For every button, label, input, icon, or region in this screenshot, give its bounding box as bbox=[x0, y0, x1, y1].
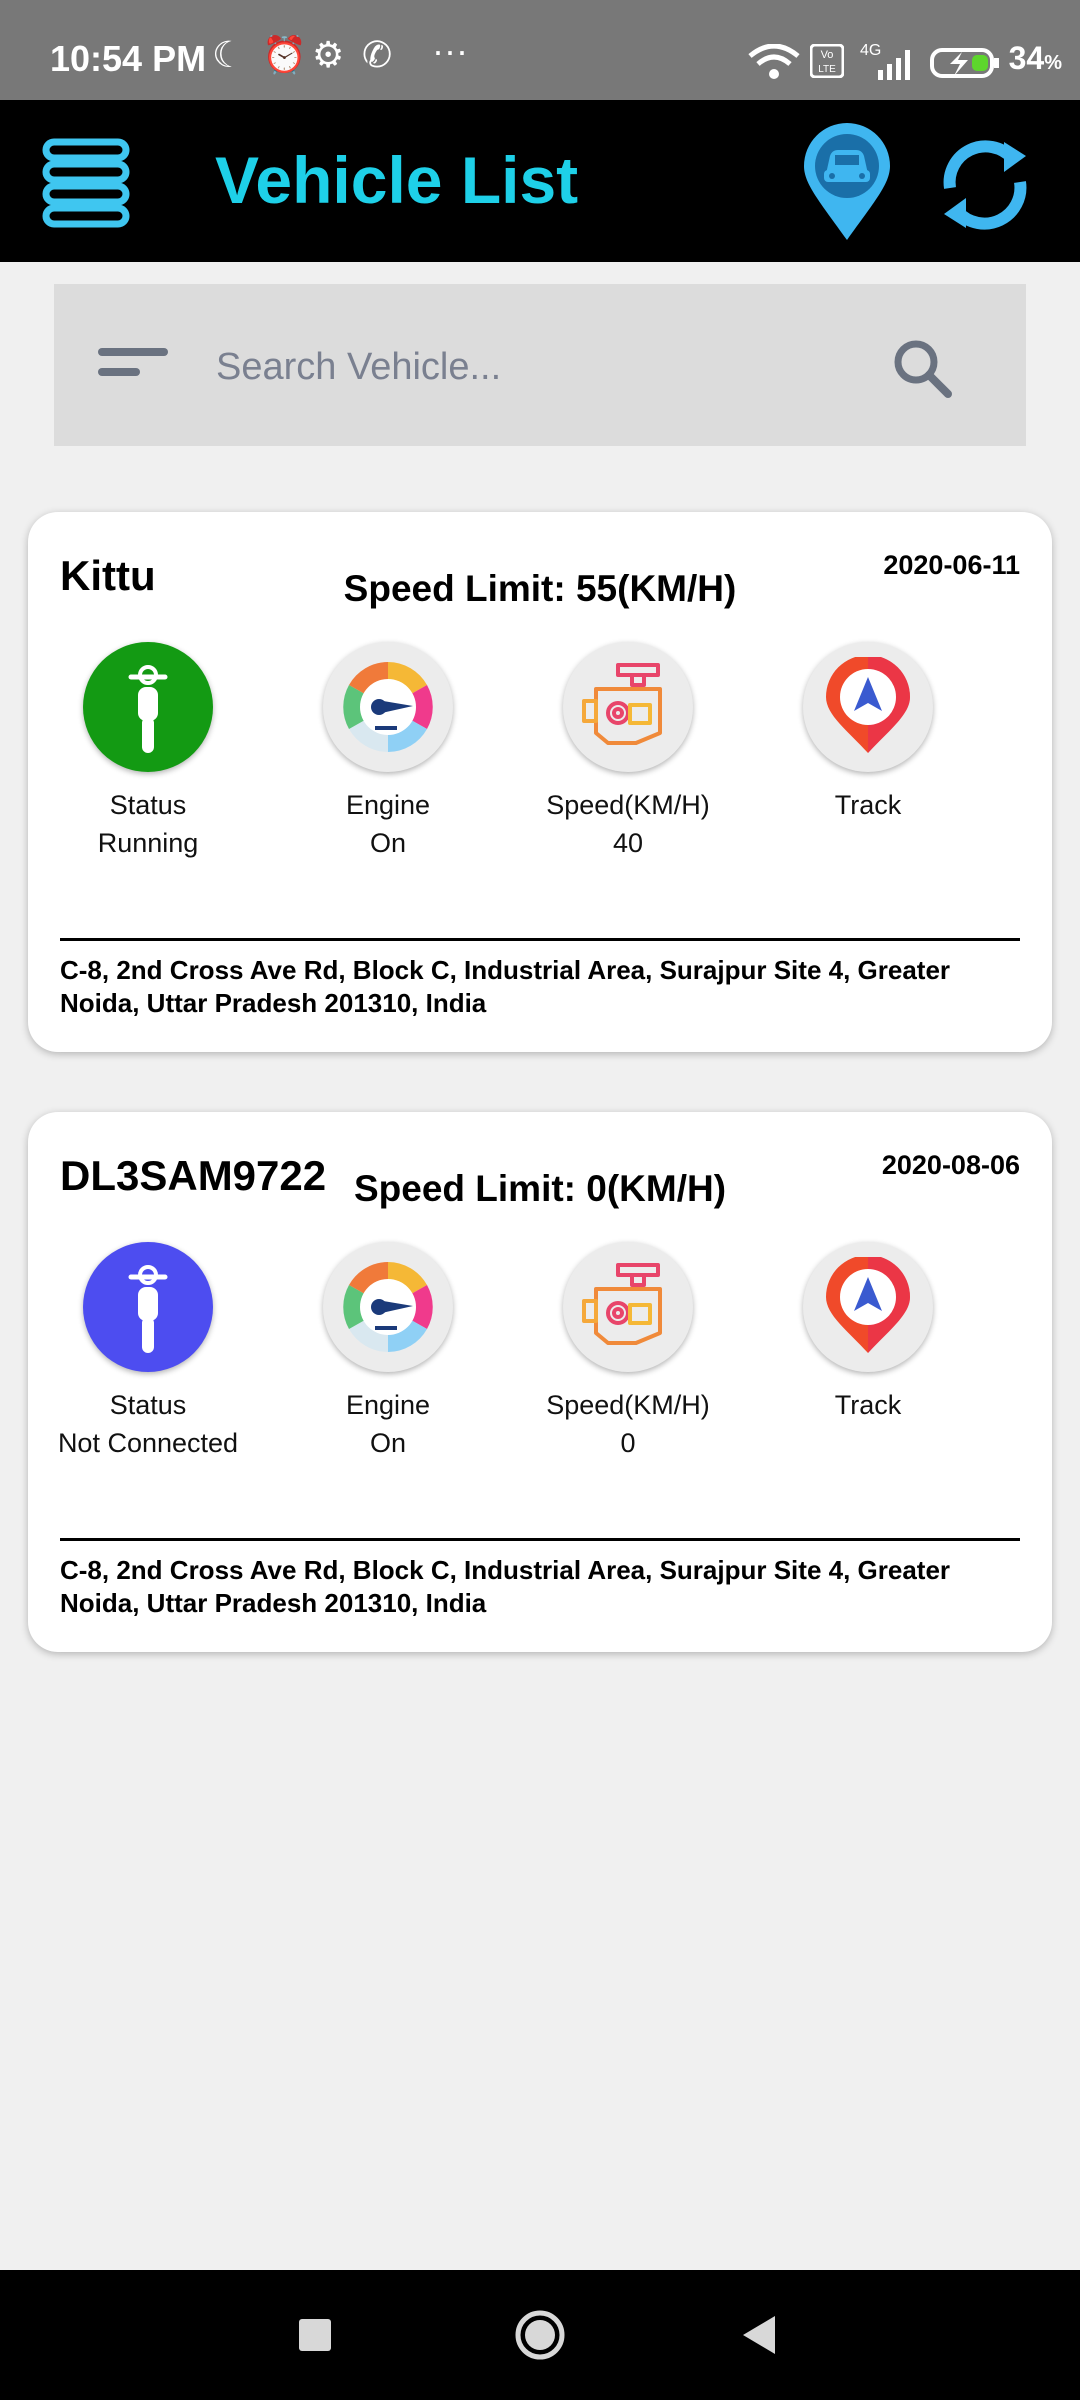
engine-button[interactable] bbox=[323, 1242, 453, 1372]
track-feature[interactable]: Track bbox=[748, 1242, 988, 1424]
status-value: Running bbox=[97, 828, 199, 858]
vehicle-location-icon[interactable] bbox=[800, 122, 894, 242]
speed-value: 40 bbox=[612, 828, 644, 858]
wifi-icon bbox=[748, 44, 800, 79]
more-dots-icon: ··· bbox=[432, 30, 468, 71]
home-button[interactable] bbox=[505, 2300, 575, 2370]
status-label: Status bbox=[109, 790, 187, 820]
track-button[interactable] bbox=[803, 642, 933, 772]
refresh-icon[interactable] bbox=[930, 130, 1040, 240]
speed-label: Speed(KM/H) bbox=[546, 790, 710, 820]
menu-icon[interactable] bbox=[40, 136, 134, 230]
speed-button[interactable] bbox=[563, 642, 693, 772]
track-label: Track bbox=[834, 1390, 902, 1420]
status-button[interactable] bbox=[83, 1242, 213, 1372]
speedometer-icon bbox=[343, 1262, 433, 1352]
signal-icon bbox=[878, 50, 910, 80]
app-bar: Vehicle List bbox=[0, 100, 1080, 262]
status-bar: 10:54 PM ☾ ⏰ ⚙ ✆ ··· Vo LTE 4G 34% bbox=[0, 0, 1080, 100]
engine-value: On bbox=[369, 828, 407, 858]
engine-feature[interactable]: Engine On bbox=[268, 642, 508, 862]
engine-icon bbox=[582, 1263, 662, 1345]
location-pin-icon bbox=[826, 1257, 910, 1353]
battery-level: 34% bbox=[1008, 40, 1062, 76]
page-title: Vehicle List bbox=[215, 143, 579, 217]
status-feature[interactable]: Status Running bbox=[28, 642, 268, 862]
recents-button[interactable] bbox=[280, 2300, 350, 2370]
alarm-icon: ⏰ bbox=[262, 34, 307, 75]
vehicle-date: 2020-08-06 bbox=[881, 1150, 1020, 1180]
speed-feature[interactable]: Speed(KM/H) 40 bbox=[508, 642, 748, 862]
speed-feature[interactable]: Speed(KM/H) 0 bbox=[508, 1242, 748, 1462]
battery-charging-icon bbox=[930, 48, 999, 78]
engine-value: On bbox=[369, 1428, 407, 1458]
volte-icon: Vo LTE bbox=[810, 44, 844, 78]
location-pin-icon bbox=[826, 657, 910, 753]
engine-label: Engine bbox=[345, 790, 431, 820]
engine-feature[interactable]: Engine On bbox=[268, 1242, 508, 1462]
engine-label: Engine bbox=[345, 1390, 431, 1420]
status-feature[interactable]: Status Not Connected bbox=[28, 1242, 268, 1462]
motorbike-icon bbox=[128, 665, 168, 753]
card-divider bbox=[60, 1538, 1020, 1541]
system-nav-bar bbox=[0, 2270, 1080, 2400]
back-button[interactable] bbox=[725, 2300, 795, 2370]
vehicle-address: C-8, 2nd Cross Ave Rd, Block C, Industri… bbox=[60, 1555, 951, 1618]
speed-button[interactable] bbox=[563, 1242, 693, 1372]
speed-value: 0 bbox=[620, 1428, 636, 1458]
filter-icon[interactable] bbox=[98, 344, 168, 384]
motorbike-icon bbox=[128, 1265, 168, 1353]
search-bar bbox=[54, 284, 1026, 446]
settings-icon: ⚙ bbox=[312, 34, 345, 75]
status-value: Not Connected bbox=[57, 1428, 239, 1458]
vehicle-address: C-8, 2nd Cross Ave Rd, Block C, Industri… bbox=[60, 955, 951, 1018]
status-label: Status bbox=[109, 1390, 187, 1420]
track-feature[interactable]: Track bbox=[748, 642, 988, 824]
engine-button[interactable] bbox=[323, 642, 453, 772]
vehicle-card[interactable]: DL3SAM9722 Speed Limit: 0(KM/H) 2020-08-… bbox=[28, 1112, 1052, 1652]
moon-icon: ☾ bbox=[212, 34, 245, 75]
status-time: 10:54 PM bbox=[50, 38, 207, 79]
svg-text:Vo: Vo bbox=[821, 49, 834, 61]
status-button[interactable] bbox=[83, 642, 213, 772]
svg-text:LTE: LTE bbox=[818, 64, 836, 75]
speed-label: Speed(KM/H) bbox=[546, 1390, 710, 1420]
vehicle-date: 2020-06-11 bbox=[883, 550, 1020, 580]
whatsapp-icon: ✆ bbox=[362, 34, 393, 75]
track-button[interactable] bbox=[803, 1242, 933, 1372]
engine-icon bbox=[582, 663, 662, 745]
vehicle-card[interactable]: Kittu Speed Limit: 55(KM/H) 2020-06-11 S… bbox=[28, 512, 1052, 1052]
track-label: Track bbox=[834, 790, 902, 820]
speedometer-icon bbox=[343, 662, 433, 752]
card-divider bbox=[60, 938, 1020, 941]
search-input[interactable] bbox=[214, 334, 918, 400]
search-icon[interactable] bbox=[890, 336, 954, 400]
